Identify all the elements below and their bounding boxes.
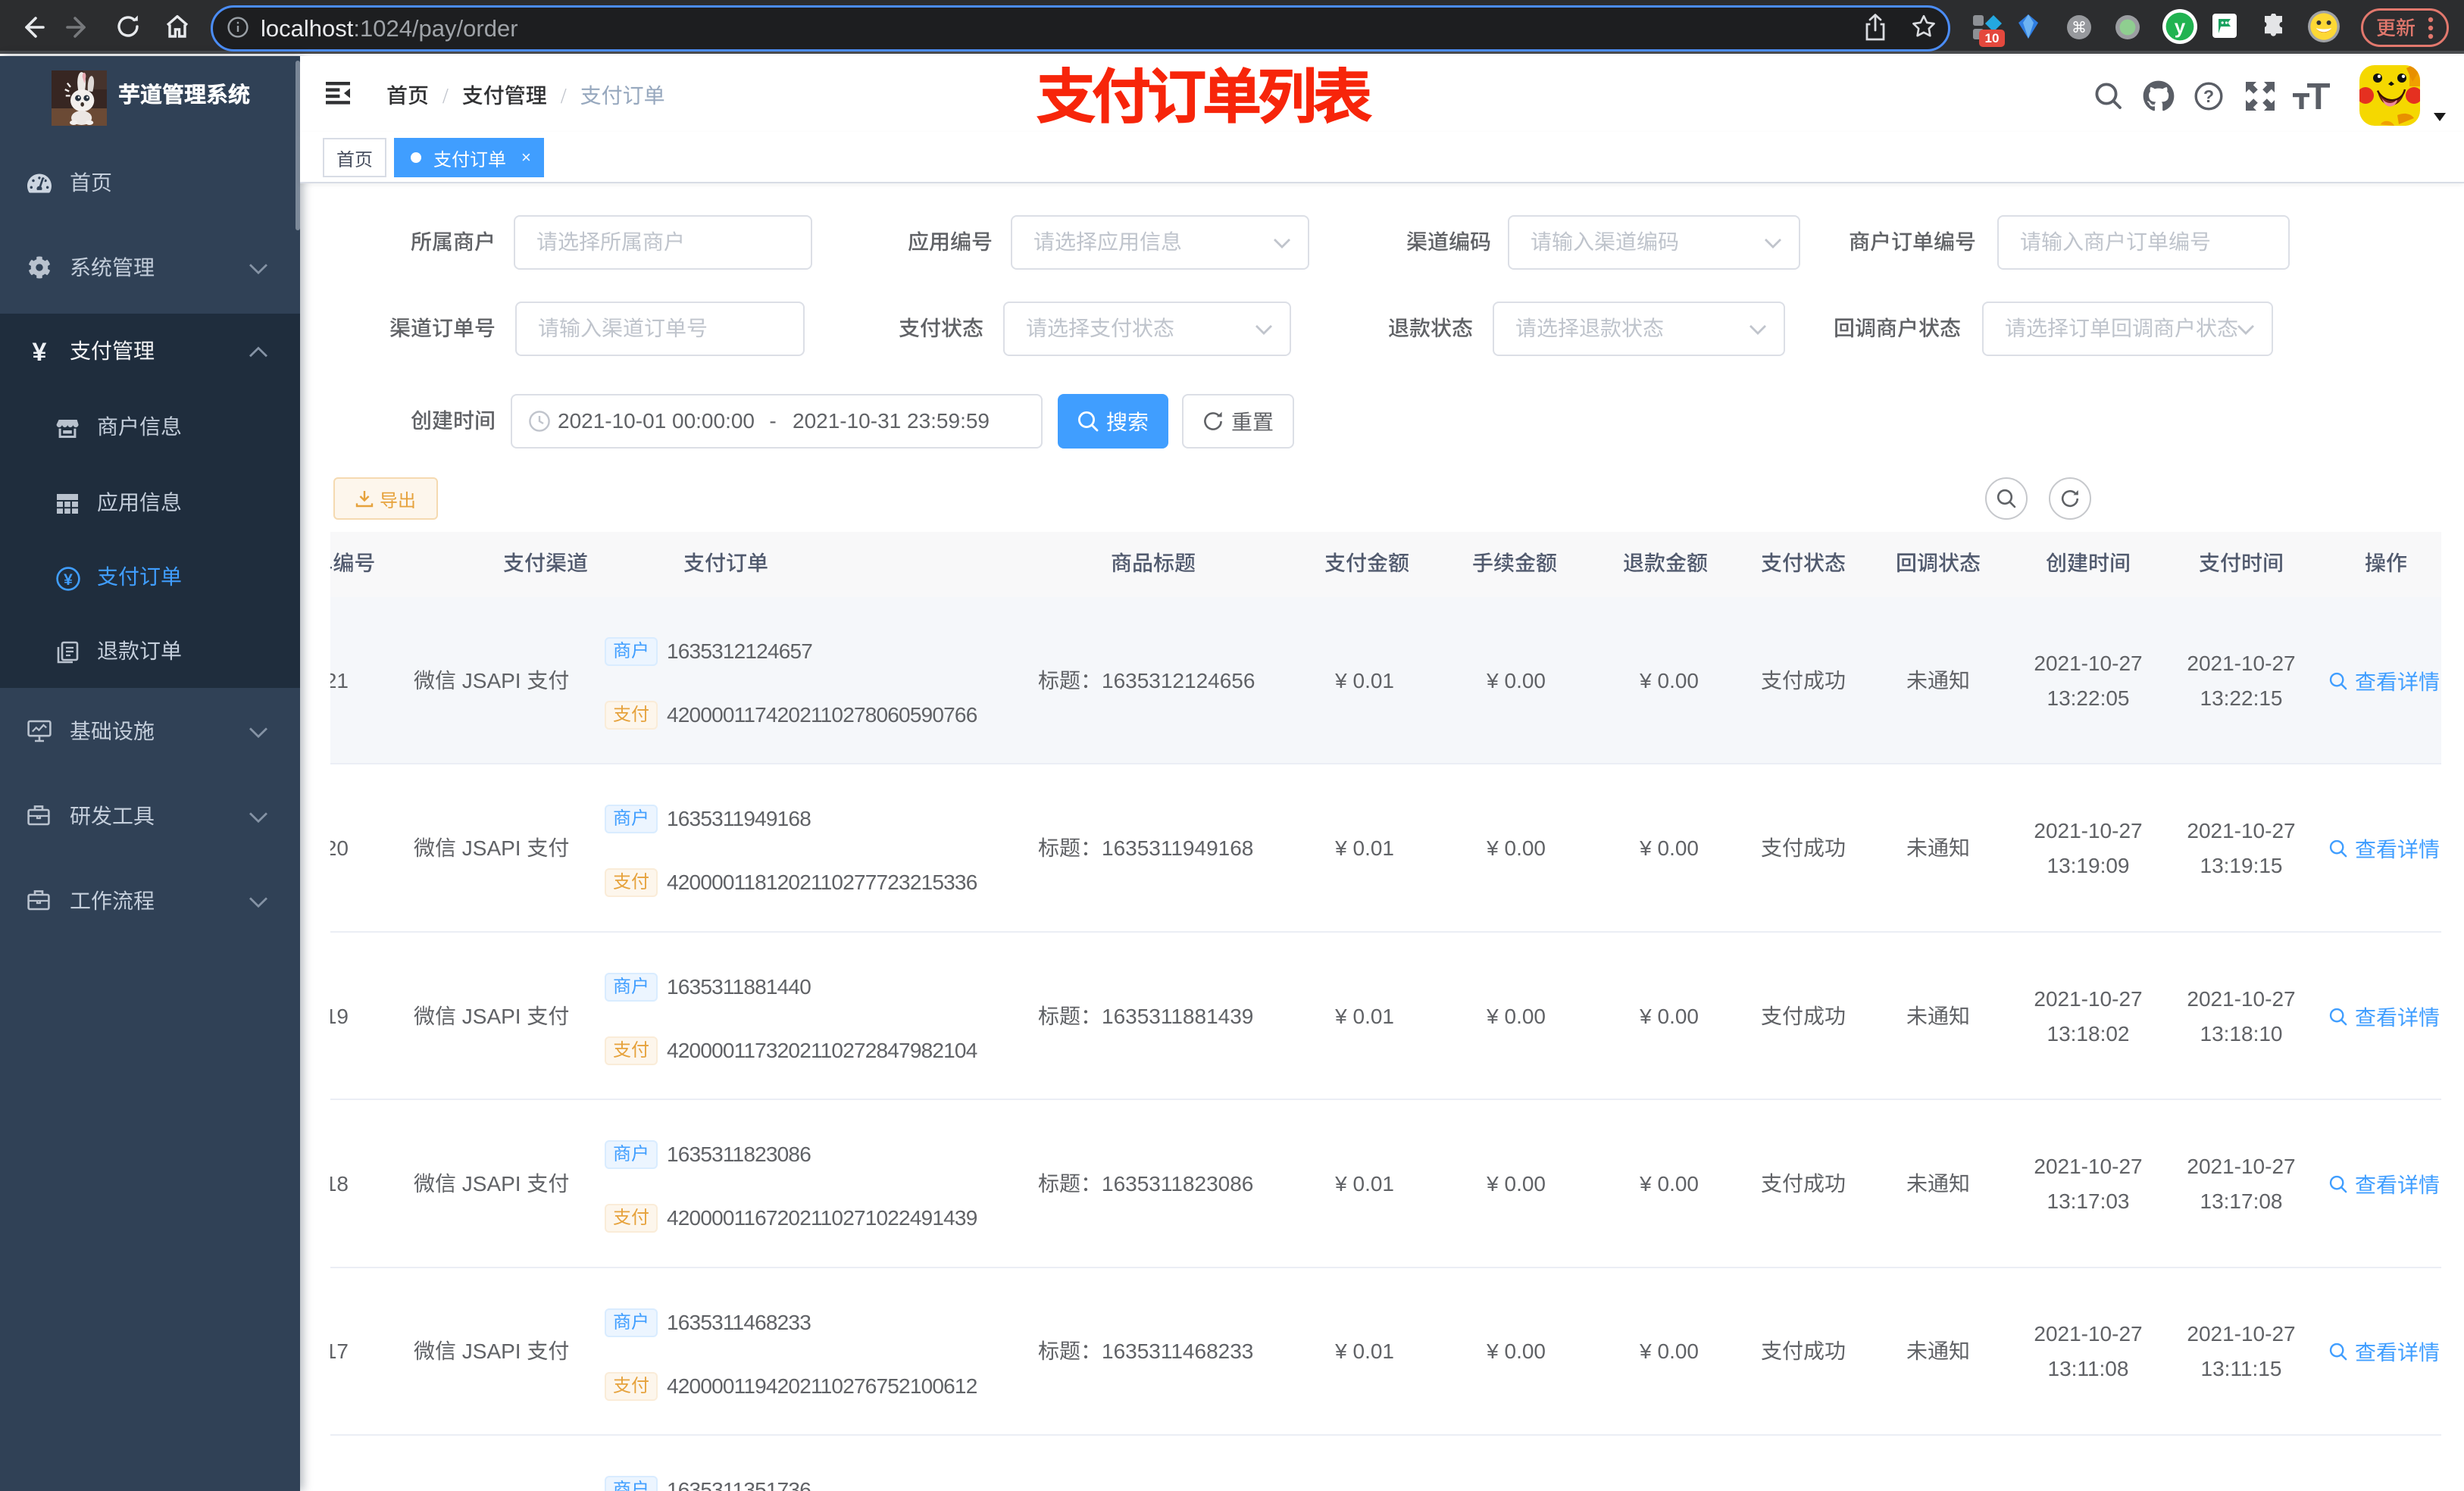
svg-text:¥: ¥: [33, 338, 47, 365]
svg-text:⌘: ⌘: [2072, 20, 2087, 36]
svg-text:?: ?: [2203, 86, 2214, 106]
svg-text:¥: ¥: [64, 571, 73, 589]
svg-text:y: y: [2175, 15, 2186, 38]
